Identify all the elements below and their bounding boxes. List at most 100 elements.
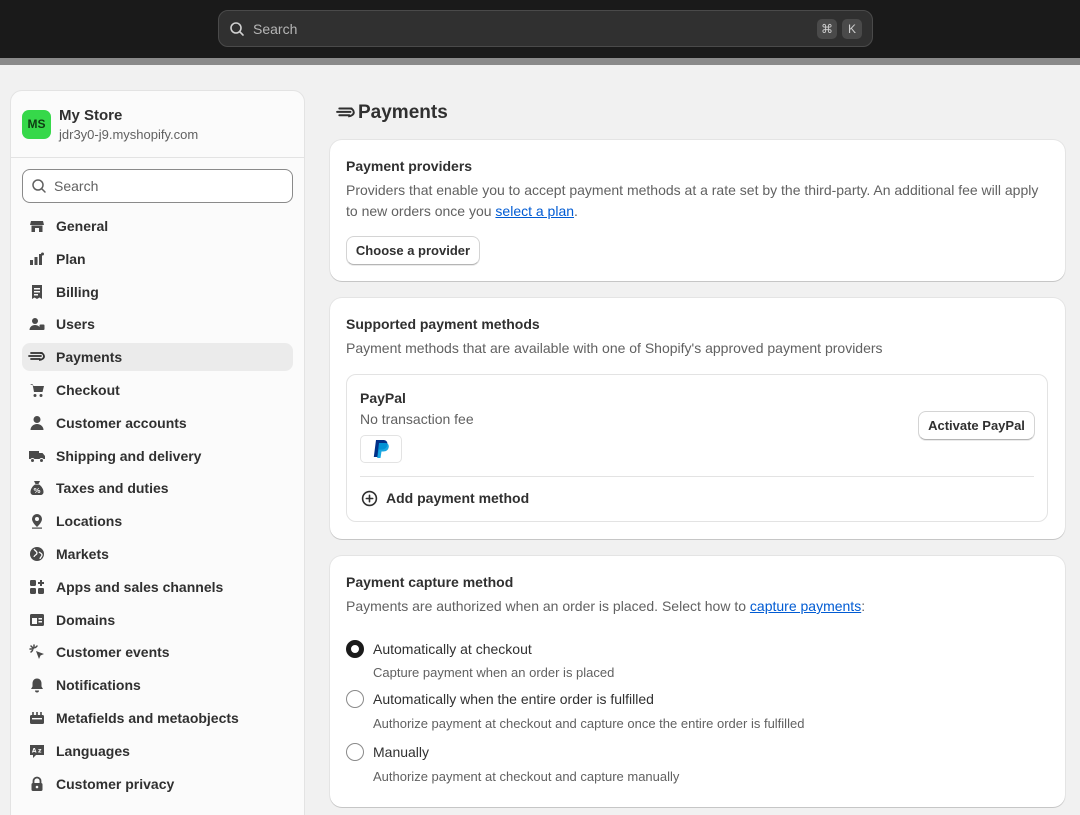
add-payment-method-button[interactable]: Add payment method: [361, 489, 529, 507]
payment-providers-heading: Payment providers: [346, 158, 473, 174]
capture-option-help: Authorize payment at checkout and captur…: [373, 769, 680, 784]
choose-provider-button[interactable]: Choose a provider: [346, 236, 480, 265]
bell-icon: [28, 676, 46, 694]
capture-option-label: Automatically when the entire order is f…: [373, 691, 654, 707]
sidebar-item-billing[interactable]: Billing: [22, 278, 293, 306]
sidebar-item-shipping[interactable]: Shipping and delivery: [22, 442, 293, 470]
settings-search-placeholder: Search: [54, 178, 99, 194]
sidebar-item-customer-privacy[interactable]: Customer privacy: [22, 770, 293, 798]
sidebar-item-label: Metafields and metaobjects: [56, 709, 239, 726]
supported-methods-heading: Supported payment methods: [346, 316, 540, 332]
paypal-fee: No transaction fee: [360, 411, 474, 427]
sidebar-item-label: Plan: [56, 250, 86, 267]
lock-icon: [28, 775, 46, 793]
k-key: K: [842, 18, 862, 39]
top-bar-divider: [0, 58, 1080, 65]
radio-selected[interactable]: [346, 640, 364, 658]
capture-option-label: Manually: [373, 744, 430, 760]
money-bag-icon: %: [28, 479, 46, 497]
cursor-click-icon: [28, 643, 46, 661]
providers-desc-end: .: [574, 203, 578, 219]
globe-icon: [28, 545, 46, 563]
capture-option-help: Capture payment when an order is placed: [373, 665, 615, 680]
command-key: ⌘: [817, 18, 837, 39]
sidebar-item-label: Notifications: [56, 677, 141, 694]
paypal-logo-icon: [360, 435, 402, 463]
sidebar-item-label: Checkout: [56, 381, 120, 398]
location-pin-icon: [28, 512, 46, 530]
payment-capture-card: Payment capture method Payments are auth…: [330, 556, 1065, 807]
cart-icon: [28, 381, 46, 399]
page-title: Payments: [336, 100, 448, 126]
global-search-bar[interactable]: Search ⌘ K: [218, 10, 873, 47]
sidebar-item-label: Users: [56, 316, 95, 333]
store-avatar: MS: [22, 109, 51, 139]
sidebar-item-plan[interactable]: Plan: [22, 245, 293, 273]
page-title-text: Payments: [358, 102, 448, 123]
sidebar-item-general[interactable]: General: [22, 212, 293, 240]
radio-unselected[interactable]: [346, 743, 364, 761]
capture-option-manually[interactable]: Manually: [346, 743, 429, 761]
plan-icon: [28, 250, 46, 268]
plus-circle-icon: [361, 489, 379, 507]
sidebar-item-label: Shipping and delivery: [56, 447, 202, 464]
sidebar-item-languages[interactable]: Az Languages: [22, 737, 293, 765]
sidebar-item-markets[interactable]: Markets: [22, 540, 293, 568]
sidebar-item-checkout[interactable]: Checkout: [22, 376, 293, 404]
capture-option-automatic-checkout[interactable]: Automatically at checkout: [346, 640, 532, 658]
sidebar-item-label: Languages: [56, 742, 130, 759]
payments-icon: [28, 348, 46, 366]
sidebar-item-label: Customer privacy: [56, 775, 175, 792]
domain-icon: [28, 611, 46, 629]
capture-desc-end: :: [861, 598, 866, 614]
sidebar-item-label: Customer events: [56, 644, 170, 661]
paypal-name: PayPal: [360, 390, 406, 406]
store-header[interactable]: MS My Store jdr3y0-j9.myshopify.com: [11, 91, 304, 158]
supported-methods-description: Payment methods that are available with …: [346, 340, 883, 356]
sidebar-item-label: Taxes and duties: [56, 480, 169, 497]
sidebar-item-metafields[interactable]: Metafields and metaobjects: [22, 704, 293, 732]
top-bar: Search ⌘ K: [0, 0, 1080, 58]
svg-text:z: z: [38, 747, 42, 754]
activate-paypal-button[interactable]: Activate PayPal: [918, 411, 1035, 440]
store-icon: [28, 217, 46, 235]
sidebar-item-domains[interactable]: Domains: [22, 606, 293, 634]
sidebar-item-notifications[interactable]: Notifications: [22, 671, 293, 699]
payment-providers-description: Providers that enable you to accept paym…: [346, 180, 1049, 222]
sidebar-item-label: Markets: [56, 545, 109, 562]
search-icon: [229, 20, 247, 38]
capture-option-on-fulfillment[interactable]: Automatically when the entire order is f…: [346, 690, 654, 708]
capture-description: Payments are authorized when an order is…: [346, 596, 1049, 617]
sidebar-item-apps[interactable]: Apps and sales channels: [22, 573, 293, 601]
person-icon: [28, 414, 46, 432]
capture-option-label: Automatically at checkout: [373, 641, 532, 657]
sidebar-item-label: Locations: [56, 513, 123, 530]
sidebar-item-taxes[interactable]: % Taxes and duties: [22, 474, 293, 502]
store-url: jdr3y0-j9.myshopify.com: [59, 126, 199, 142]
select-plan-link[interactable]: select a plan: [495, 203, 574, 219]
payment-providers-card: Payment providers Providers that enable …: [330, 140, 1065, 281]
sidebar-item-customer-events[interactable]: Customer events: [22, 638, 293, 666]
sidebar-item-label: General: [56, 218, 109, 234]
capture-option-help: Authorize payment at checkout and captur…: [373, 716, 805, 731]
capture-payments-link[interactable]: capture payments: [750, 598, 861, 614]
settings-search-input[interactable]: Search: [22, 169, 293, 203]
metafields-icon: [28, 709, 46, 727]
settings-sidebar: MS My Store jdr3y0-j9.myshopify.com Sear…: [10, 90, 305, 815]
sidebar-item-label: Billing: [56, 283, 99, 300]
truck-icon: [28, 447, 46, 465]
sidebar-item-label: Apps and sales channels: [56, 578, 224, 595]
sidebar-item-label: Payments: [56, 349, 123, 366]
sidebar-item-label: Domains: [56, 611, 116, 628]
svg-text:%: %: [33, 487, 40, 495]
radio-unselected[interactable]: [346, 690, 364, 708]
sidebar-item-users[interactable]: Users: [22, 310, 293, 338]
capture-heading: Payment capture method: [346, 574, 514, 590]
sidebar-item-payments[interactable]: Payments: [22, 343, 293, 372]
sidebar-item-locations[interactable]: Locations: [22, 507, 293, 535]
payments-icon: [336, 103, 356, 123]
users-icon: [28, 315, 46, 333]
sidebar-item-customer-accounts[interactable]: Customer accounts: [22, 409, 293, 437]
supported-payment-methods-card: Supported payment methods Payment method…: [330, 298, 1065, 539]
sidebar-item-label: Customer accounts: [56, 414, 187, 431]
